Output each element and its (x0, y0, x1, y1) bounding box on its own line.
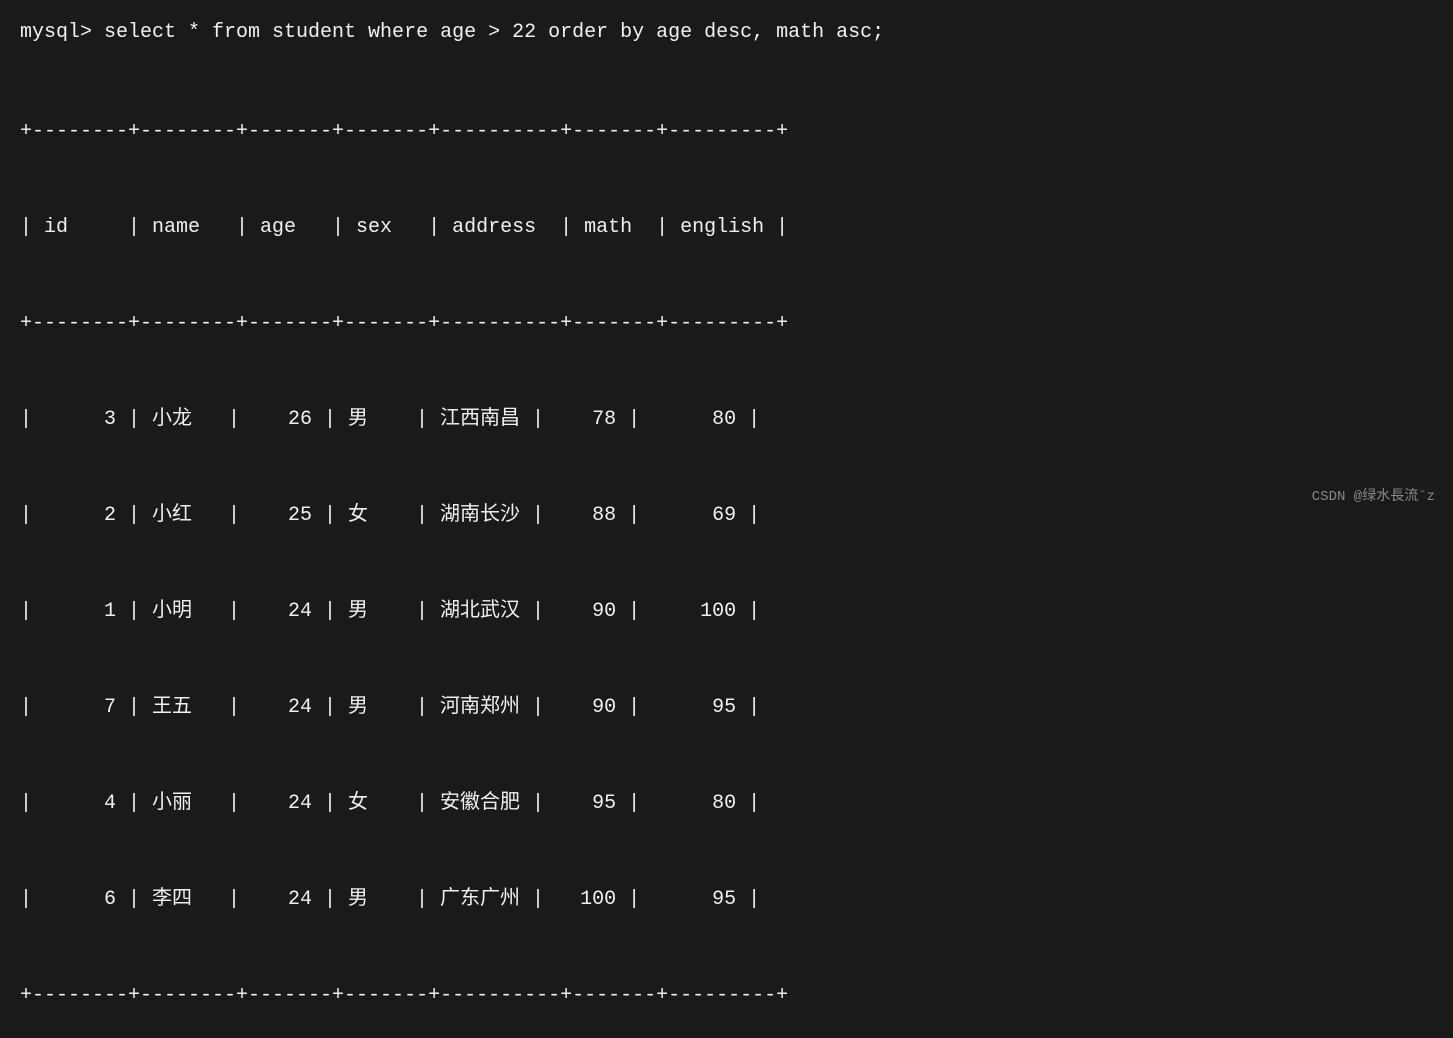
table-row-2: | 2 | 小红 | 25 | 女 | 湖南长沙 | 88 | 69 | (20, 500, 1433, 532)
terminal-window: mysql> select * from student where age >… (20, 18, 1433, 501)
table-header: | id | name | age | sex | address | math… (20, 212, 1433, 244)
table-row-6: | 6 | 李四 | 24 | 男 | 广东广州 | 100 | 95 | (20, 884, 1433, 916)
table-row-1: | 3 | 小龙 | 26 | 男 | 江西南昌 | 78 | 80 | (20, 404, 1433, 436)
table-row-5: | 4 | 小丽 | 24 | 女 | 安徽合肥 | 95 | 80 | (20, 788, 1433, 820)
table-output: +--------+--------+-------+-------+-----… (20, 52, 1433, 1038)
table-separator-bottom: +--------+--------+-------+-------+-----… (20, 980, 1433, 1012)
watermark: CSDN @绿水長流ˉz (1312, 485, 1435, 505)
table-row-3: | 1 | 小明 | 24 | 男 | 湖北武汉 | 90 | 100 | (20, 596, 1433, 628)
sql-command: mysql> select * from student where age >… (20, 18, 1433, 48)
table-row-4: | 7 | 王五 | 24 | 男 | 河南郑州 | 90 | 95 | (20, 692, 1433, 724)
table-separator-mid: +--------+--------+-------+-------+-----… (20, 308, 1433, 340)
table-separator-top: +--------+--------+-------+-------+-----… (20, 116, 1433, 148)
